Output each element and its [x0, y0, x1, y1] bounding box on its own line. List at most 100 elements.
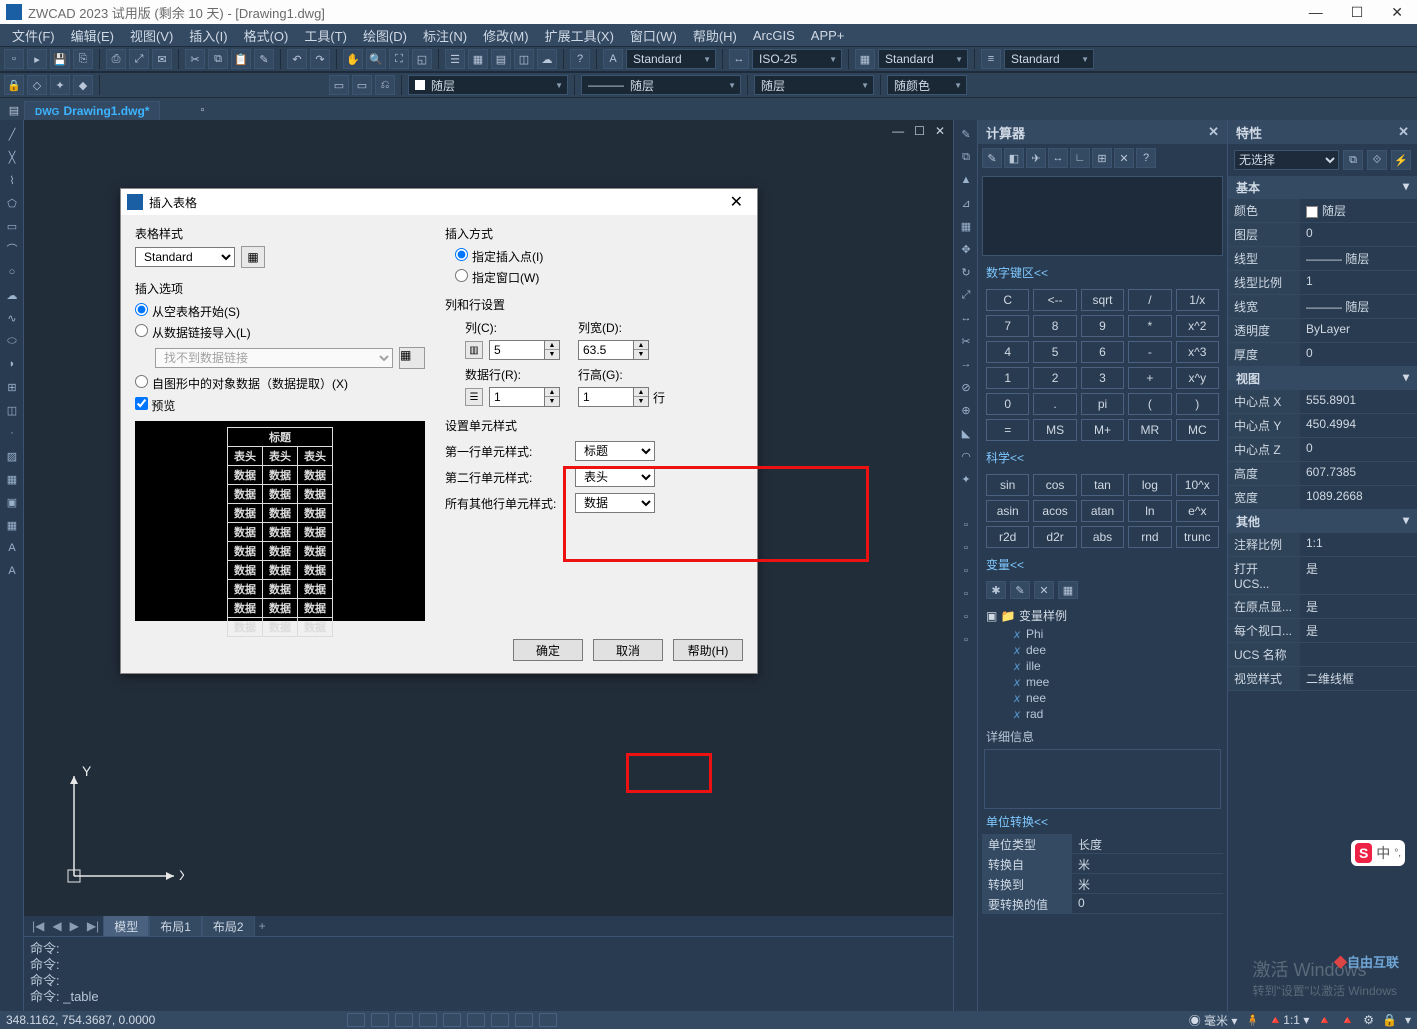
- sci-header[interactable]: 科学<<: [978, 445, 1227, 470]
- var-header[interactable]: 变量<<: [978, 552, 1227, 577]
- calc-key-5[interactable]: 5: [1033, 341, 1076, 363]
- var-folder[interactable]: ▣ 📁 变量样例: [986, 605, 1219, 626]
- earc-icon[interactable]: ◗: [2, 354, 22, 374]
- calc-sci-cos[interactable]: cos: [1033, 474, 1076, 496]
- calc-key-2[interactable]: 2: [1033, 367, 1076, 389]
- ellipse-icon[interactable]: ⬭: [2, 331, 22, 351]
- var-dee[interactable]: xdee: [986, 642, 1219, 658]
- numpad-header[interactable]: 数字键区<<: [978, 260, 1227, 285]
- polygon-icon[interactable]: ⬠: [2, 193, 22, 213]
- chamfer-icon[interactable]: ◣: [956, 423, 976, 443]
- menu-dim[interactable]: 标注(N): [415, 24, 475, 47]
- osnap2-icon[interactable]: ▫: [956, 538, 976, 558]
- maximize-button[interactable]: ☐: [1351, 4, 1364, 21]
- calc-key-MC[interactable]: MC: [1176, 419, 1219, 441]
- calc-sci-atan[interactable]: atan: [1081, 500, 1124, 522]
- dimstyle-combo[interactable]: ISO-25: [752, 49, 842, 69]
- sb-scale-icon[interactable]: 🔺1:1 ▾: [1268, 1013, 1309, 1027]
- arc-icon[interactable]: ⌒: [2, 239, 22, 259]
- row-down-icon[interactable]: ▼: [545, 397, 559, 406]
- tabmenu-icon[interactable]: ▤: [4, 100, 24, 120]
- props-icon[interactable]: ▦: [468, 49, 488, 69]
- rows-input[interactable]: [489, 387, 545, 407]
- menu-app[interactable]: APP+: [803, 26, 853, 45]
- col-up-icon[interactable]: ▲: [545, 341, 559, 350]
- dctr-icon[interactable]: ▤: [491, 49, 511, 69]
- ok-button[interactable]: 确定: [513, 639, 583, 661]
- lp1-icon[interactable]: ▭: [329, 75, 349, 95]
- opt-link-radio[interactable]: [135, 324, 148, 337]
- dtext-icon[interactable]: A: [2, 561, 22, 581]
- calc-key-MR[interactable]: MR: [1128, 419, 1171, 441]
- var-calc-icon[interactable]: ▦: [1058, 581, 1078, 599]
- layer-combo[interactable]: 随层: [408, 75, 568, 95]
- calc-sci-ln[interactable]: ln: [1128, 500, 1171, 522]
- osnap3-icon[interactable]: ▫: [956, 561, 976, 581]
- tablestyle-select[interactable]: Standard: [135, 247, 235, 267]
- flash-icon[interactable]: ⚡: [1391, 150, 1411, 170]
- newtab-icon[interactable]: ▫: [192, 100, 212, 120]
- lock-icon[interactable]: 🔒: [4, 75, 24, 95]
- tab-prev-icon[interactable]: ◀: [48, 919, 65, 933]
- var-new-icon[interactable]: ✱: [986, 581, 1006, 599]
- calc-tb7-icon[interactable]: ✕: [1114, 148, 1134, 168]
- color-combo[interactable]: 随颜色: [887, 75, 967, 95]
- calc-key-C[interactable]: C: [986, 289, 1029, 311]
- layout1-tab[interactable]: 布局1: [149, 915, 202, 938]
- trim-icon[interactable]: ✂: [956, 331, 976, 351]
- calc-help-icon[interactable]: ?: [1136, 148, 1156, 168]
- menu-express[interactable]: 扩展工具(X): [537, 24, 622, 47]
- close-button[interactable]: ✕: [1391, 4, 1403, 21]
- osnap5-icon[interactable]: ▫: [956, 607, 976, 627]
- calc-tb3-icon[interactable]: ✈: [1026, 148, 1046, 168]
- menu-draw[interactable]: 绘图(D): [355, 24, 415, 47]
- sb-otrack-icon[interactable]: [467, 1013, 485, 1027]
- cs3-select[interactable]: 数据: [575, 493, 655, 513]
- var-Phi[interactable]: xPhi: [986, 626, 1219, 642]
- copy2-icon[interactable]: ⧉: [956, 147, 976, 167]
- erase-icon[interactable]: ✎: [956, 124, 976, 144]
- calc-sci-d2r[interactable]: d2r: [1033, 526, 1076, 548]
- var-nee[interactable]: xnee: [986, 690, 1219, 706]
- revcloud-icon[interactable]: ☁: [2, 285, 22, 305]
- calc-key-9[interactable]: 9: [1081, 315, 1124, 337]
- var-mee[interactable]: xmee: [986, 674, 1219, 690]
- calc-sci-trunc[interactable]: trunc: [1176, 526, 1219, 548]
- calc-key-.[interactable]: .: [1033, 393, 1076, 415]
- textstyle-combo[interactable]: Standard: [626, 49, 716, 69]
- calc-key-([interactable]: (: [1128, 393, 1171, 415]
- sb-lwt-icon[interactable]: [515, 1013, 533, 1027]
- mlstyle-combo[interactable]: Standard: [1004, 49, 1094, 69]
- sb-grid-icon[interactable]: [347, 1013, 365, 1027]
- tstyle-icon[interactable]: A: [603, 49, 623, 69]
- menu-view[interactable]: 视图(V): [122, 24, 181, 47]
- minimize-button[interactable]: —: [1309, 4, 1323, 21]
- osnap1-icon[interactable]: ▫: [956, 515, 976, 535]
- calc-display[interactable]: [982, 176, 1223, 256]
- hatch-icon[interactable]: ▨: [2, 446, 22, 466]
- cancel-button[interactable]: 取消: [593, 639, 663, 661]
- block-icon[interactable]: ◫: [2, 400, 22, 420]
- calc-tb1-icon[interactable]: ✎: [982, 148, 1002, 168]
- calc-key-1[interactable]: 1: [986, 367, 1029, 389]
- tab-next-icon[interactable]: ▶: [66, 919, 83, 933]
- modeltab[interactable]: 模型: [103, 915, 149, 938]
- undo-icon[interactable]: ↶: [287, 49, 307, 69]
- datalink-button-icon[interactable]: ▦: [399, 347, 425, 369]
- doc-tab[interactable]: DWGDrawing1.dwg*: [24, 101, 160, 120]
- mlstyle-icon[interactable]: ≡: [981, 49, 1001, 69]
- save-icon[interactable]: 💾: [50, 49, 70, 69]
- colw-down-icon[interactable]: ▼: [634, 350, 648, 359]
- calc-sci-acos[interactable]: acos: [1033, 500, 1076, 522]
- sb-osnap-icon[interactable]: [443, 1013, 461, 1027]
- menu-file[interactable]: 文件(F): [4, 24, 63, 47]
- tablestyle-combo[interactable]: Standard: [878, 49, 968, 69]
- cs2-select[interactable]: 表头: [575, 467, 655, 487]
- calc-key--[interactable]: -: [1128, 341, 1171, 363]
- calc-close-icon[interactable]: ✕: [1208, 124, 1219, 140]
- cs1-select[interactable]: 标题: [575, 441, 655, 461]
- menu-modify[interactable]: 修改(M): [475, 24, 537, 47]
- pan-icon[interactable]: ✋: [343, 49, 363, 69]
- open-icon[interactable]: ▸: [27, 49, 47, 69]
- line-icon[interactable]: ╱: [2, 124, 22, 144]
